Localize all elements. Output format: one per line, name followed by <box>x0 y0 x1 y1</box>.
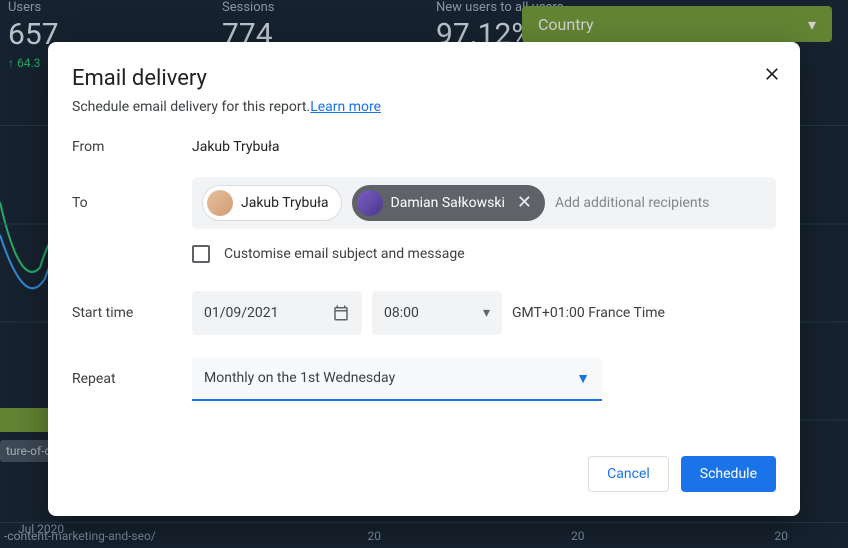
time-input[interactable]: 08:00 ▾ <box>372 291 502 335</box>
repeat-select[interactable]: Monthly on the 1st Wednesday ▼ <box>192 357 602 401</box>
from-value: Jakub Trybuła <box>192 139 280 155</box>
add-recipient-placeholder: Add additional recipients <box>555 195 709 211</box>
learn-more-link[interactable]: Learn more <box>310 99 381 115</box>
avatar <box>207 190 233 216</box>
dialog-subtitle: Schedule email delivery for this report.… <box>72 99 776 115</box>
remove-recipient-icon[interactable]: ✕ <box>517 194 532 212</box>
avatar <box>357 190 383 216</box>
repeat-value: Monthly on the 1st Wednesday <box>204 370 395 386</box>
time-value: 08:00 <box>384 305 419 321</box>
to-label: To <box>72 195 192 211</box>
start-time-label: Start time <box>72 305 192 321</box>
email-delivery-dialog: Email delivery Schedule email delivery f… <box>48 42 800 516</box>
chevron-down-icon: ▾ <box>483 305 490 321</box>
schedule-button[interactable]: Schedule <box>681 456 776 492</box>
repeat-label: Repeat <box>72 371 192 387</box>
close-icon <box>762 64 782 84</box>
close-button[interactable] <box>762 64 782 84</box>
customise-checkbox[interactable] <box>192 245 210 263</box>
recipient-chip[interactable]: Jakub Trybuła <box>202 185 342 221</box>
customise-label: Customise email subject and message <box>224 246 465 262</box>
recipients-input[interactable]: Jakub Trybuła Damian Sałkowski ✕ Add add… <box>192 177 776 229</box>
recipient-chip[interactable]: Damian Sałkowski ✕ <box>352 185 545 221</box>
cancel-button[interactable]: Cancel <box>588 456 669 492</box>
date-input[interactable]: 01/09/2021 <box>192 291 362 335</box>
date-value: 01/09/2021 <box>204 305 279 321</box>
dropdown-arrow-icon: ▼ <box>576 370 590 387</box>
timezone-text: GMT+01:00 France Time <box>512 305 665 321</box>
recipient-name: Damian Sałkowski <box>391 195 505 211</box>
recipient-name: Jakub Trybuła <box>241 195 329 211</box>
calendar-icon <box>332 304 350 322</box>
dialog-title: Email delivery <box>72 66 776 91</box>
from-label: From <box>72 139 192 155</box>
